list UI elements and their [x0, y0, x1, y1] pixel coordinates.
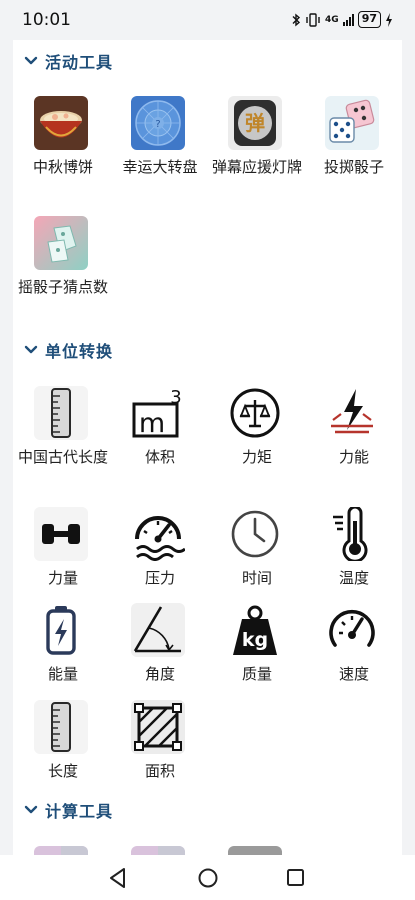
- tool-label: 弹幕应援灯牌: [212, 158, 303, 176]
- signal-icon: [342, 13, 354, 26]
- tool-label: 压力: [144, 569, 175, 587]
- calculator-icon: [34, 846, 88, 855]
- dice-guess-icon: [34, 216, 88, 270]
- section-header-calc[interactable]: 计算工具: [23, 798, 113, 822]
- tool-list-panel[interactable]: 活动工具 中秋博饼 ? 幸运大转盘 弹 弹幕应援灯牌 投掷骰子 摇骰子猜点数 单…: [13, 40, 402, 855]
- tool-label: 体积: [144, 448, 175, 466]
- dumbbell-icon: [34, 507, 88, 561]
- tool-label: 能量: [47, 665, 78, 683]
- thermometer-icon: [325, 507, 379, 561]
- ruler-icon: [34, 700, 88, 754]
- chevron-down-icon: [24, 805, 38, 814]
- chevron-down-icon: [24, 345, 38, 354]
- clock-icon: [228, 507, 282, 561]
- home-icon[interactable]: [195, 865, 221, 891]
- tool-label: 面积: [144, 762, 175, 780]
- charging-icon: [386, 12, 392, 27]
- angle-icon: [131, 603, 185, 657]
- tool-label: 质量: [241, 665, 272, 683]
- tool-label: 投掷骰子: [323, 158, 384, 176]
- tool-label: 温度: [338, 569, 369, 587]
- section-title: 计算工具: [45, 802, 114, 821]
- recents-icon[interactable]: [283, 865, 309, 891]
- network-type-label: 4G: [325, 14, 339, 25]
- tool-label: 角度: [144, 665, 175, 683]
- dice-icon: [325, 96, 379, 150]
- balance-scale-icon: [228, 386, 282, 440]
- ruler-icon: [34, 386, 88, 440]
- section-header-activity[interactable]: 活动工具: [23, 49, 113, 73]
- tool-label: 力量: [47, 569, 78, 587]
- tool-label: 中国古代长度: [18, 448, 109, 466]
- bluetooth-icon: [292, 13, 301, 26]
- battery-icon: [34, 603, 88, 657]
- lucky-wheel-icon: ?: [131, 96, 185, 150]
- kg-weight-icon: kg: [228, 603, 282, 657]
- section-title: 单位转换: [45, 342, 114, 361]
- svg-text:m: m: [139, 408, 165, 439]
- section-header-unit[interactable]: 单位转换: [23, 338, 113, 362]
- tool-label: 幸运大转盘: [122, 158, 198, 176]
- energy-bolt-icon: [325, 386, 379, 440]
- svg-text:kg: kg: [242, 629, 268, 651]
- svg-text:3: 3: [170, 387, 181, 408]
- tool-label: 力矩: [241, 448, 272, 466]
- tool-label: 力能: [338, 448, 369, 466]
- speedometer-icon: [325, 603, 379, 657]
- tool-label: 速度: [338, 665, 369, 683]
- status-time: 10:01: [22, 10, 71, 30]
- svg-text:弹: 弹: [245, 111, 265, 135]
- calculator-icon: [228, 846, 282, 855]
- mooncake-bowl-icon: [34, 96, 88, 150]
- vibrate-icon: [306, 12, 320, 27]
- cubic-meter-icon: m 3: [131, 386, 185, 440]
- battery-indicator: 97: [357, 11, 381, 28]
- chevron-down-icon: [24, 56, 38, 65]
- calculator-icon: [131, 846, 185, 855]
- navigation-bar: [0, 855, 415, 900]
- tool-label: 长度: [47, 762, 78, 780]
- tool-label: 时间: [241, 569, 272, 587]
- danmaku-sign-icon: 弹: [228, 96, 282, 150]
- status-icons: 4G 97: [291, 11, 393, 28]
- tool-label: 摇骰子猜点数: [18, 278, 109, 296]
- area-square-icon: [131, 700, 185, 754]
- svg-text:?: ?: [155, 119, 160, 130]
- back-icon[interactable]: [105, 865, 131, 891]
- status-bar: 10:01 4G 97: [0, 0, 415, 40]
- tool-label: 中秋博饼: [32, 158, 93, 176]
- section-title: 活动工具: [45, 53, 114, 72]
- pressure-gauge-icon: [131, 507, 185, 561]
